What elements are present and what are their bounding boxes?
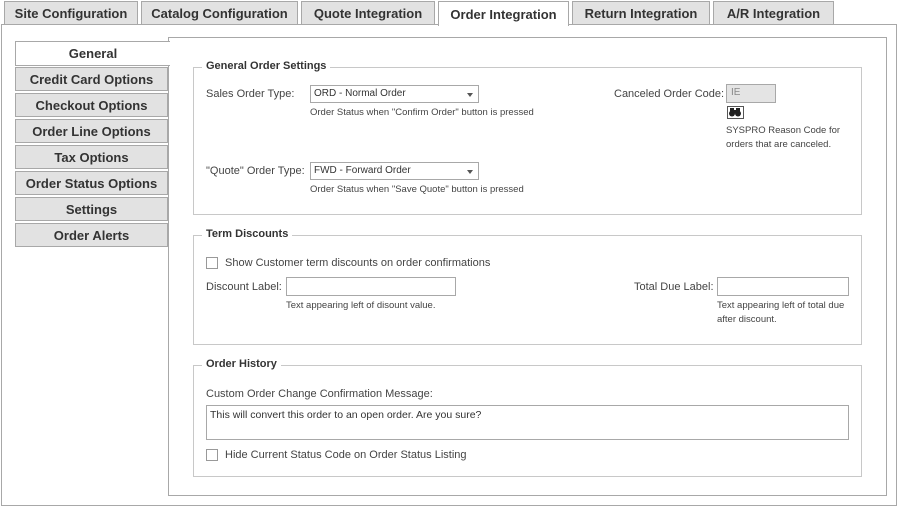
side-tab-tax-options[interactable]: Tax Options [15, 145, 168, 169]
quote-order-type-value: FWD - Forward Order [314, 165, 411, 176]
side-tab-credit-card-options[interactable]: Credit Card Options [15, 67, 168, 91]
side-tab-order-status-options[interactable]: Order Status Options [15, 171, 168, 195]
general-order-settings-legend: General Order Settings [202, 60, 331, 72]
canceled-order-code-hint: SYSPRO Reason Code for orders that are c… [726, 125, 841, 150]
total-due-label-input[interactable] [717, 277, 849, 296]
tab-site-configuration[interactable]: Site Configuration [4, 1, 138, 24]
sales-order-type-value: ORD - Normal Order [314, 88, 406, 99]
term-discounts-legend: Term Discounts [202, 228, 293, 240]
order-history-legend: Order History [202, 358, 281, 370]
canceled-order-code-label: Canceled Order Code: [614, 88, 725, 100]
total-due-label-hint: Text appearing left of total due after d… [717, 300, 845, 325]
total-due-label-label: Total Due Label: [634, 281, 714, 293]
side-tab-checkout-options[interactable]: Checkout Options [15, 93, 168, 117]
show-discounts-checkbox[interactable] [206, 257, 218, 269]
tab-order-integration[interactable]: Order Integration [438, 1, 569, 26]
tab-ar-integration[interactable]: A/R Integration [713, 1, 834, 24]
sales-order-type-hint: Order Status when "Confirm Order" button… [310, 107, 534, 118]
tab-quote-integration[interactable]: Quote Integration [301, 1, 435, 24]
sales-order-type-select[interactable]: ORD - Normal Order [310, 85, 479, 103]
quote-order-type-select[interactable]: FWD - Forward Order [310, 162, 479, 180]
hide-status-code-checkbox[interactable] [206, 449, 218, 461]
side-tab-order-line-options[interactable]: Order Line Options [15, 119, 168, 143]
canceled-order-code-input: IE [726, 84, 776, 103]
side-tab-settings[interactable]: Settings [15, 197, 168, 221]
discount-label-hint: Text appearing left of disount value. [286, 300, 436, 311]
tab-catalog-configuration[interactable]: Catalog Configuration [141, 1, 298, 24]
top-tab-bar: Site Configuration Catalog Configuration… [4, 1, 834, 26]
binoculars-lookup-icon[interactable] [727, 106, 744, 119]
tab-return-integration[interactable]: Return Integration [572, 1, 710, 24]
side-tab-general[interactable]: General [15, 41, 170, 66]
side-tab-order-alerts[interactable]: Order Alerts [15, 223, 168, 247]
quote-order-type-label: "Quote" Order Type: [206, 165, 305, 177]
quote-order-type-hint: Order Status when "Save Quote" button is… [310, 184, 524, 195]
confirmation-message-label: Custom Order Change Confirmation Message… [206, 388, 433, 400]
confirmation-message-textarea[interactable]: This will convert this order to an open … [206, 405, 849, 440]
sales-order-type-label: Sales Order Type: [206, 88, 295, 100]
chevron-down-icon [467, 93, 473, 97]
side-tab-list: General Credit Card Options Checkout Opt… [15, 41, 170, 249]
chevron-down-icon [467, 170, 473, 174]
hide-status-code-label: Hide Current Status Code on Order Status… [225, 449, 467, 461]
show-discounts-label: Show Customer term discounts on order co… [225, 257, 491, 269]
discount-label-label: Discount Label: [206, 281, 282, 293]
discount-label-input[interactable] [286, 277, 456, 296]
